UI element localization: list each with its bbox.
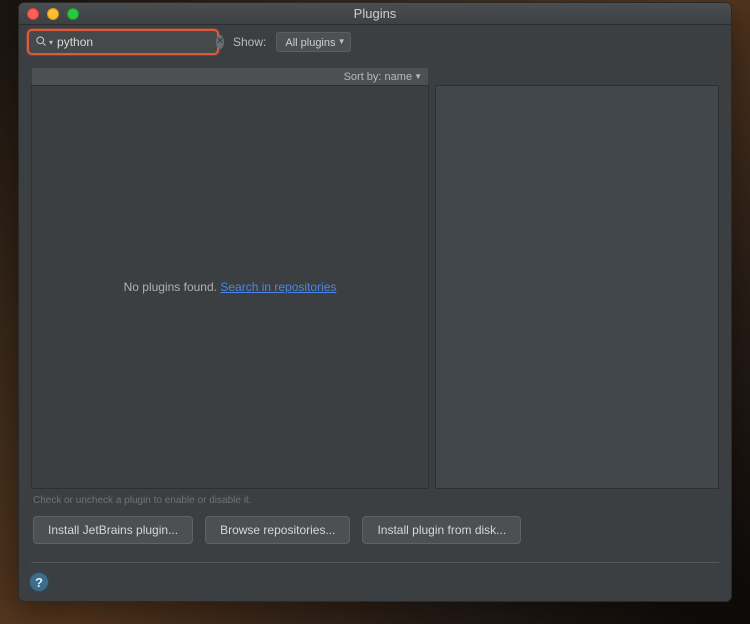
- footer: ?: [19, 571, 731, 601]
- enable-disable-hint: Check or uncheck a plugin to enable or d…: [31, 489, 719, 516]
- toolbar: ▾ ✕ Show: All plugins ▼: [19, 25, 731, 59]
- search-input[interactable]: [53, 33, 216, 51]
- empty-message: No plugins found. Search in repositories: [124, 280, 337, 294]
- chevron-down-icon: ▼: [414, 72, 422, 81]
- desktop-background: Plugins ▾ ✕ Show: All plugins ▼: [0, 0, 750, 624]
- no-plugins-text: No plugins found.: [124, 280, 217, 294]
- window-title: Plugins: [19, 6, 731, 21]
- sort-by-value: name: [385, 71, 413, 83]
- sort-header[interactable]: Sort by: name ▼: [31, 67, 429, 85]
- traffic-lights: [27, 8, 79, 20]
- split-panes: No plugins found. Search in repositories: [31, 85, 719, 489]
- search-icon: [35, 35, 47, 50]
- install-from-disk-button[interactable]: Install plugin from disk...: [362, 516, 521, 544]
- show-filter-dropdown[interactable]: All plugins ▼: [276, 32, 350, 52]
- plugin-list-pane: No plugins found. Search in repositories: [31, 85, 429, 489]
- show-label: Show:: [233, 35, 266, 49]
- close-window-button[interactable]: [27, 8, 39, 20]
- chevron-down-icon: ▼: [338, 34, 346, 50]
- install-jetbrains-plugin-button[interactable]: Install JetBrains plugin...: [33, 516, 193, 544]
- plugins-dialog: Plugins ▾ ✕ Show: All plugins ▼: [18, 2, 732, 602]
- clear-search-icon[interactable]: ✕: [216, 35, 224, 49]
- sort-label: Sort by:: [344, 71, 382, 83]
- divider: [31, 562, 719, 563]
- search-field-wrapper: ▾ ✕: [27, 29, 219, 55]
- minimize-window-button[interactable]: [47, 8, 59, 20]
- plugin-detail-pane: [435, 85, 719, 489]
- zoom-window-button[interactable]: [67, 8, 79, 20]
- browse-repositories-button[interactable]: Browse repositories...: [205, 516, 350, 544]
- search-repositories-link[interactable]: Search in repositories: [220, 280, 336, 294]
- show-filter-value: All plugins: [285, 37, 335, 49]
- titlebar: Plugins: [19, 3, 731, 25]
- help-button[interactable]: ?: [29, 572, 49, 592]
- content-area: Sort by: name ▼ No plugins found. Search…: [19, 59, 731, 558]
- button-row: Install JetBrains plugin... Browse repos…: [31, 516, 719, 552]
